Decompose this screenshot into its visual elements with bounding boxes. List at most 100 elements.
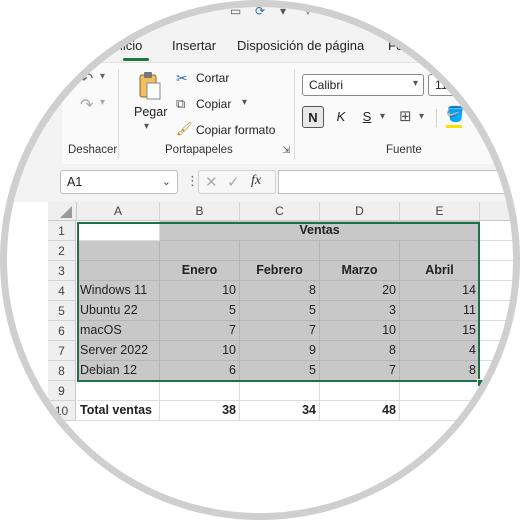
cell[interactable]: [400, 401, 480, 421]
cell[interactable]: Ubuntu 22: [77, 301, 160, 321]
cell[interactable]: [240, 381, 320, 401]
cell[interactable]: [77, 241, 160, 261]
paste-icon[interactable]: [138, 71, 162, 100]
more-icon[interactable]: ▿: [305, 4, 311, 18]
underline-button[interactable]: S: [356, 106, 378, 128]
cell[interactable]: [400, 381, 480, 401]
cell[interactable]: [77, 221, 160, 241]
cell[interactable]: Febrero: [240, 261, 320, 281]
cell[interactable]: 5: [240, 361, 320, 381]
paste-button[interactable]: Pegar: [134, 105, 167, 119]
copy-icon[interactable]: ⧉: [176, 96, 185, 112]
cell[interactable]: 5: [160, 301, 240, 321]
fill-handle[interactable]: [477, 379, 485, 387]
row-header[interactable]: 2: [48, 241, 76, 261]
row-header[interactable]: 10: [48, 401, 76, 421]
chevron-down-icon[interactable]: ▾: [100, 71, 105, 82]
cell[interactable]: Windows 11: [77, 281, 160, 301]
cell[interactable]: 10: [320, 321, 400, 341]
formula-input[interactable]: [278, 170, 520, 194]
cell[interactable]: 8: [400, 361, 480, 381]
column-header[interactable]: D: [320, 202, 400, 221]
fill-color-icon[interactable]: 🪣: [446, 105, 465, 123]
cell[interactable]: macOS: [77, 321, 160, 341]
cell[interactable]: [160, 241, 240, 261]
row-header[interactable]: 3: [48, 261, 76, 281]
cell[interactable]: [480, 301, 520, 321]
insert-function-button[interactable]: fx: [251, 173, 261, 189]
cell[interactable]: [480, 361, 520, 381]
cell[interactable]: [320, 381, 400, 401]
cell[interactable]: Ventas: [160, 221, 480, 241]
cell[interactable]: Debian 12: [77, 361, 160, 381]
select-all-button[interactable]: [48, 202, 77, 221]
cell[interactable]: 3: [320, 301, 400, 321]
chevron-down-icon[interactable]: ▾: [242, 97, 247, 108]
chevron-down-icon[interactable]: ▾: [144, 121, 149, 132]
column-header[interactable]: E: [400, 202, 480, 221]
cell[interactable]: 11: [400, 301, 480, 321]
cut-button[interactable]: Cortar: [196, 71, 229, 85]
quick-access-icon[interactable]: ▭: [230, 4, 241, 18]
cell[interactable]: 7: [320, 361, 400, 381]
column-header[interactable]: [480, 202, 520, 221]
row-header[interactable]: 6: [48, 321, 76, 341]
brush-icon[interactable]: 🖌: [176, 121, 193, 137]
cell[interactable]: Abril: [400, 261, 480, 281]
cell[interactable]: 38: [160, 401, 240, 421]
cell[interactable]: [77, 381, 160, 401]
cell[interactable]: 9: [240, 341, 320, 361]
font-size-select[interactable]: 11: [428, 74, 468, 96]
cell[interactable]: 7: [240, 321, 320, 341]
cell[interactable]: Total ventas: [77, 401, 160, 421]
tab-insertar[interactable]: Insertar: [172, 38, 216, 53]
cell[interactable]: 8: [240, 281, 320, 301]
enter-icon[interactable]: ✓: [227, 173, 240, 191]
row-header[interactable]: 1: [48, 221, 76, 241]
cell[interactable]: 8: [320, 341, 400, 361]
bold-button[interactable]: N: [302, 106, 324, 128]
cell[interactable]: [480, 241, 520, 261]
name-box[interactable]: A1 ⌄: [60, 170, 178, 194]
tab-formulas[interactable]: Fó: [388, 38, 403, 53]
cell[interactable]: [77, 261, 160, 281]
cancel-icon[interactable]: ✕: [205, 173, 218, 191]
chevron-down-icon[interactable]: ▾: [100, 97, 105, 108]
cell[interactable]: 6: [160, 361, 240, 381]
chevron-down-icon[interactable]: ▾: [280, 4, 286, 18]
cell[interactable]: [480, 261, 520, 281]
chevron-down-icon[interactable]: ▾: [419, 111, 424, 122]
cell[interactable]: Enero: [160, 261, 240, 281]
tab-disposicion[interactable]: Disposición de página: [237, 38, 364, 53]
cell[interactable]: [480, 381, 520, 401]
cell[interactable]: [400, 241, 480, 261]
cell[interactable]: [480, 341, 520, 361]
cell[interactable]: 15: [400, 321, 480, 341]
column-header[interactable]: B: [160, 202, 240, 221]
redo-icon[interactable]: ↷: [80, 95, 93, 115]
cell[interactable]: 20: [320, 281, 400, 301]
scissors-icon[interactable]: ✂: [176, 70, 188, 87]
column-header[interactable]: C: [240, 202, 320, 221]
cell[interactable]: 34: [240, 401, 320, 421]
tab-inicio[interactable]: Inicio: [112, 38, 142, 53]
copy-button[interactable]: Copiar: [196, 97, 231, 111]
cell[interactable]: 14: [400, 281, 480, 301]
cell[interactable]: [240, 241, 320, 261]
cell[interactable]: 7: [160, 321, 240, 341]
row-header[interactable]: 4: [48, 281, 76, 301]
share-icon[interactable]: ⟳: [255, 4, 265, 18]
cell[interactable]: [480, 321, 520, 341]
cell[interactable]: Server 2022: [77, 341, 160, 361]
row-header[interactable]: 8: [48, 361, 76, 381]
row-header[interactable]: 7: [48, 341, 76, 361]
cell[interactable]: 5: [240, 301, 320, 321]
dialog-launcher-icon[interactable]: ⇲: [282, 145, 290, 156]
cell[interactable]: [320, 241, 400, 261]
cell[interactable]: 4: [400, 341, 480, 361]
cell[interactable]: [480, 221, 520, 241]
cell[interactable]: 10: [160, 341, 240, 361]
chevron-down-icon[interactable]: ▾: [380, 111, 385, 122]
italic-button[interactable]: K: [330, 106, 352, 128]
cell[interactable]: [160, 381, 240, 401]
